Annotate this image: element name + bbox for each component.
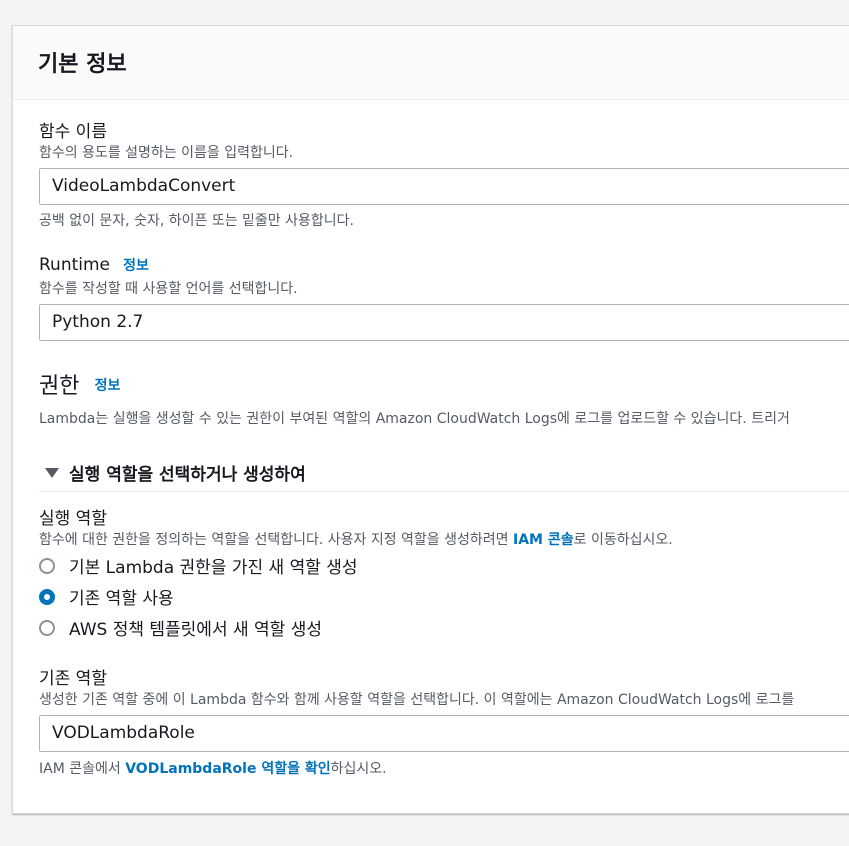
runtime-value: Python 2.7 [52, 312, 144, 332]
execution-role-description-text: 함수에 대한 권한을 정의하는 역할을 선택합니다. 사용자 지정 역할을 생성… [39, 532, 513, 548]
radio-new-role-basic-label[interactable]: 기본 Lambda 권한을 가진 새 역할 생성 [69, 553, 358, 578]
permissions-title: 권한 [39, 374, 80, 399]
function-name-input[interactable]: VideoLambdaConvert [39, 168, 849, 205]
existing-role-label: 기존 역할 [39, 669, 107, 689]
runtime-label: Runtime [39, 255, 111, 275]
function-name-value: VideoLambdaConvert [52, 176, 236, 196]
function-name-hint: 공백 없이 문자, 숫자, 하이픈 또는 밑줄만 사용합니다. [39, 213, 354, 229]
radio-new-role-template[interactable] [39, 620, 55, 636]
panel-header: 기본 정보 [13, 26, 849, 100]
panel-title: 기본 정보 [38, 52, 127, 77]
radio-existing-role-label[interactable]: 기존 역할 사용 [69, 584, 174, 609]
permissions-description: Lambda는 실행을 생성할 수 있는 권한이 부여된 역할의 Amazon … [39, 411, 790, 427]
execution-role-label: 실행 역할 [39, 509, 107, 529]
iam-console-link[interactable]: IAM 콘솔 [513, 532, 574, 548]
runtime-description: 함수를 작성할 때 사용할 언어를 선택합니다. [39, 281, 298, 297]
runtime-select[interactable]: Python 2.7 [39, 304, 849, 341]
existing-role-select[interactable]: VODLambdaRole [39, 715, 849, 752]
existing-role-description: 생성한 기존 역할 중에 이 Lambda 함수와 함께 사용할 역할을 선택합… [39, 692, 795, 708]
basic-info-panel: 기본 정보 함수 이름 함수의 용도를 설명하는 이름을 입력합니다. Vide… [12, 25, 849, 814]
runtime-info-link[interactable]: 정보 [123, 258, 149, 274]
function-name-description: 함수의 용도를 설명하는 이름을 입력합니다. [39, 145, 294, 161]
existing-role-footer: IAM 콘솔에서 VODLambdaRole 역할을 확인하십시오. [39, 758, 387, 778]
existing-role-value: VODLambdaRole [52, 723, 195, 743]
radio-new-role-template-label[interactable]: AWS 정책 템플릿에서 새 역할 생성 [69, 615, 322, 640]
expander-divider [39, 491, 849, 492]
execution-role-expander[interactable]: 실행 역할을 선택하거나 생성하여 [69, 460, 306, 485]
runtime-label-row: Runtime 정보 [39, 255, 149, 275]
caret-down-icon[interactable] [45, 468, 59, 478]
radio-existing-role[interactable] [39, 589, 55, 605]
radio-new-role-basic[interactable] [39, 558, 55, 574]
execution-role-description: 함수에 대한 권한을 정의하는 역할을 선택합니다. 사용자 지정 역할을 생성… [39, 529, 673, 549]
permissions-title-row: 권한 정보 [39, 368, 120, 400]
execution-role-description-suffix: 로 이동하십시오. [573, 532, 673, 548]
existing-role-footer-suffix: 하십시오. [330, 761, 387, 777]
permissions-info-link[interactable]: 정보 [95, 378, 121, 394]
view-role-link[interactable]: VODLambdaRole 역할을 확인 [125, 761, 330, 777]
function-name-label: 함수 이름 [39, 122, 107, 142]
existing-role-footer-prefix: IAM 콘솔에서 [39, 761, 126, 777]
